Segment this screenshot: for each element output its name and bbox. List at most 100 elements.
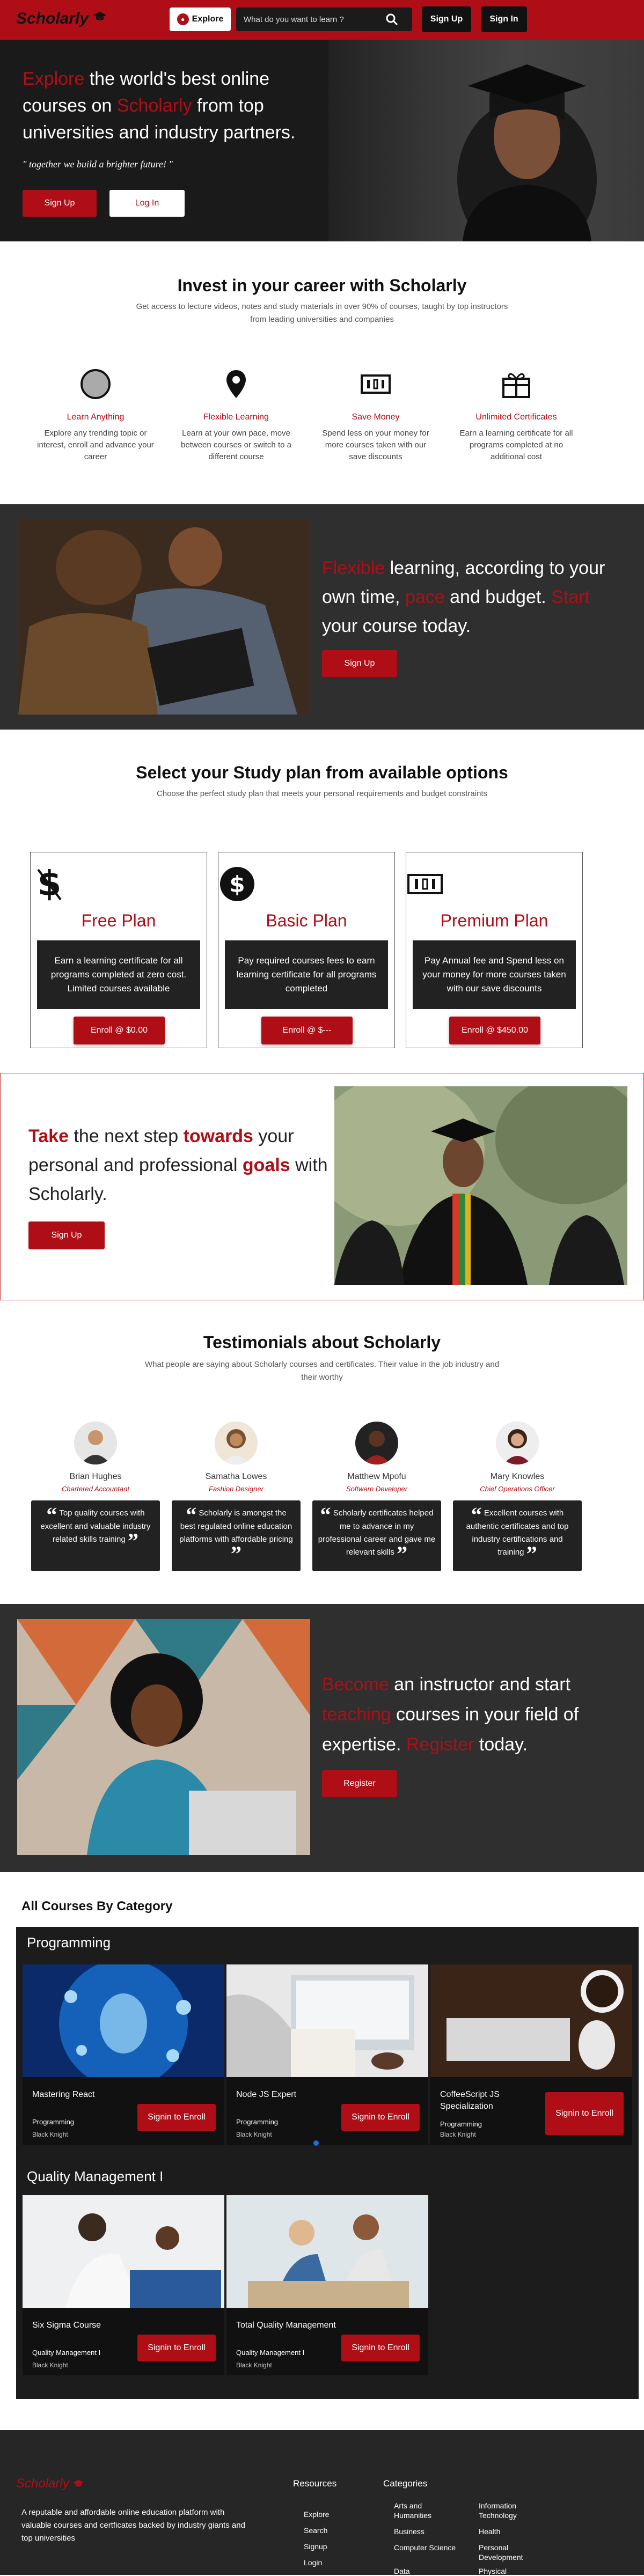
instructor-headline: Become an instructor and start teaching … (322, 1669, 628, 1760)
flex-text-3: your course today. (322, 616, 471, 636)
course-title: Node JS Expert (236, 2090, 297, 2099)
signin-to-enroll-button[interactable]: Signin to Enroll (137, 2335, 216, 2361)
testimonial-name: Brian Hughes (69, 1472, 122, 1481)
signin-to-enroll-button[interactable]: Signin to Enroll (341, 2335, 420, 2361)
course-title: CoffeeScript JS Specialization (440, 2090, 500, 2111)
footer-link-physical[interactable]: Physical (479, 2566, 548, 2576)
course-card-node-js-expert[interactable]: Node JS Expert Programming Black Knight … (226, 1964, 428, 2145)
footer-link-signup[interactable]: Signup (304, 2542, 327, 2551)
category-heading-quality-management: Quality Management I (27, 2168, 164, 2184)
enroll-premium-button[interactable]: Enroll @ $450.00 (449, 1017, 540, 1044)
quote-close-icon: ” (231, 1542, 241, 1566)
footer-link-login[interactable]: Login (304, 2558, 322, 2567)
flex-text-2: and budget. (444, 587, 552, 607)
course-thumbnail (23, 2195, 224, 2308)
footer-logo-text: Scholarly (16, 2476, 69, 2491)
enroll-basic-button[interactable]: Enroll @ $--- (261, 1017, 353, 1044)
plan-desc: Pay required courses fees to earn learni… (225, 940, 388, 1009)
course-card-six-sigma[interactable]: Six Sigma Course Quality Management I Bl… (23, 2195, 224, 2375)
feature-learn-anything: Learn Anything Explore any trending topi… (36, 368, 155, 463)
explore-label: Explore (192, 14, 224, 24)
feature-title: Learn Anything (67, 413, 125, 422)
hero-section: Explore the world's best online courses … (0, 40, 644, 241)
course-author: Black Knight (236, 2361, 272, 2369)
feature-title: Save Money (352, 413, 400, 422)
footer-link-search[interactable]: Search (304, 2526, 327, 2535)
testimonial-quote: “ Scholarly certificates helped me to ad… (312, 1500, 441, 1571)
enroll-free-button[interactable]: Enroll @ $0.00 (74, 1017, 165, 1044)
signup-button[interactable]: Sign Up (422, 6, 471, 32)
couple-laptop-image (18, 519, 309, 715)
footer-link-business[interactable]: Business (394, 2527, 458, 2536)
course-category: Quality Management I (236, 2349, 305, 2357)
next-step-signup-button[interactable]: Sign Up (28, 1221, 105, 1249)
feature-desc: Learn at your own pace, move between cou… (181, 429, 291, 461)
take-highlight-2: towards (183, 1126, 253, 1146)
carousel-dot[interactable] (313, 2140, 319, 2146)
avatar (355, 1422, 398, 1464)
footer-link-data[interactable]: Data (394, 2566, 458, 2576)
course-author: Black Knight (440, 2131, 476, 2138)
footer-link-explore[interactable]: Explore (304, 2509, 329, 2519)
inst-highlight-1: Become (322, 1674, 389, 1695)
signin-to-enroll-button[interactable]: Signin to Enroll (341, 2104, 420, 2131)
testimonial-quote-text: Scholarly is amongst the best regulated … (179, 1508, 293, 1544)
plan-name: Free Plan (81, 911, 156, 930)
footer-link-personal-development[interactable]: Personal Development (479, 2543, 548, 2562)
signin-button[interactable]: Sign In (481, 6, 527, 32)
course-thumbnail (226, 2195, 428, 2308)
testimonial-role: Fashion Designer (209, 1485, 264, 1493)
register-button[interactable]: Register (322, 1770, 397, 1797)
search-input[interactable] (236, 14, 376, 24)
hero-signup-button[interactable]: Sign Up (23, 190, 97, 217)
hero-login-button[interactable]: Log In (109, 190, 185, 217)
dollar-circle-icon: $ (220, 867, 254, 901)
hero-headline: Explore the world's best online courses … (23, 65, 323, 146)
signin-to-enroll-button[interactable]: Signin to Enroll (545, 2092, 624, 2135)
logo[interactable]: Scholarly (16, 10, 106, 28)
circle-icon (80, 369, 111, 399)
inst-text-3: today. (474, 1734, 528, 1755)
course-card-total-quality-management[interactable]: Total Quality Management Quality Managem… (226, 2195, 428, 2375)
course-author: Black Knight (32, 2361, 68, 2369)
flexible-headline: Flexible learning, according to your own… (322, 554, 623, 641)
footer-link-computer-science[interactable]: Computer Science (394, 2543, 458, 2552)
explore-button[interactable]: ● Explore (170, 8, 231, 31)
footer-link-it[interactable]: Information Technology (479, 2501, 548, 2520)
feature-desc: Explore any trending topic or interest, … (37, 429, 154, 461)
dollar-icon: $ (37, 864, 62, 904)
invest-title: Invest in your career with Scholarly (177, 276, 467, 295)
course-thumbnail (23, 1964, 224, 2077)
feature-desc: Spend less on your money for more course… (322, 429, 429, 461)
signin-to-enroll-button[interactable]: Signin to Enroll (137, 2104, 216, 2131)
hero-quote: " together we build a brighter future! " (23, 159, 173, 170)
compass-icon: ● (177, 13, 189, 25)
feature-title: Unlimited Certificates (475, 413, 557, 422)
hero-highlight-2: Scholarly (116, 95, 192, 116)
footer-logo[interactable]: Scholarly (16, 2476, 84, 2491)
course-thumbnail (430, 1964, 632, 2077)
footer-link-health[interactable]: Health (479, 2527, 548, 2536)
quote-close-icon: ” (128, 1529, 139, 1553)
avatar (215, 1422, 258, 1464)
feature-title: Flexible Learning (203, 413, 269, 422)
inst-highlight-3: Register (406, 1734, 474, 1755)
footer-description: A reputable and affordable online educat… (21, 2508, 245, 2543)
testimonial-card: Brian Hughes Chartered Accountant “ Top … (31, 1422, 160, 1571)
course-category: Programming (440, 2120, 482, 2128)
search-icon[interactable] (385, 13, 398, 26)
inst-text-1: an instructor and start (389, 1674, 571, 1695)
invest-subtitle: Get access to lecture videos, notes and … (136, 302, 508, 324)
quote-close-icon: ” (397, 1542, 408, 1566)
testimonial-quote: “ Scholarly is amongst the best regulate… (172, 1500, 301, 1571)
course-card-coffeescript[interactable]: CoffeeScript JS Specialization Programmi… (430, 1964, 632, 2145)
flexible-signup-button[interactable]: Sign Up (322, 650, 397, 677)
testimonial-role: Chief Operations Officer (480, 1485, 555, 1493)
footer-link-arts[interactable]: Arts and Humanities (394, 2501, 458, 2520)
plan-card-basic: $ Basic Plan Pay required courses fees t… (218, 852, 395, 1048)
avatar (74, 1422, 117, 1464)
flexible-learning-section: Flexible learning, according to your own… (0, 504, 644, 730)
testimonial-card: Matthew Mpofu Software Developer “ Schol… (312, 1422, 441, 1571)
testimonial-quote: “ Excellent courses with authentic certi… (453, 1500, 582, 1571)
course-card-mastering-react[interactable]: Mastering React Programming Black Knight… (23, 1964, 224, 2145)
